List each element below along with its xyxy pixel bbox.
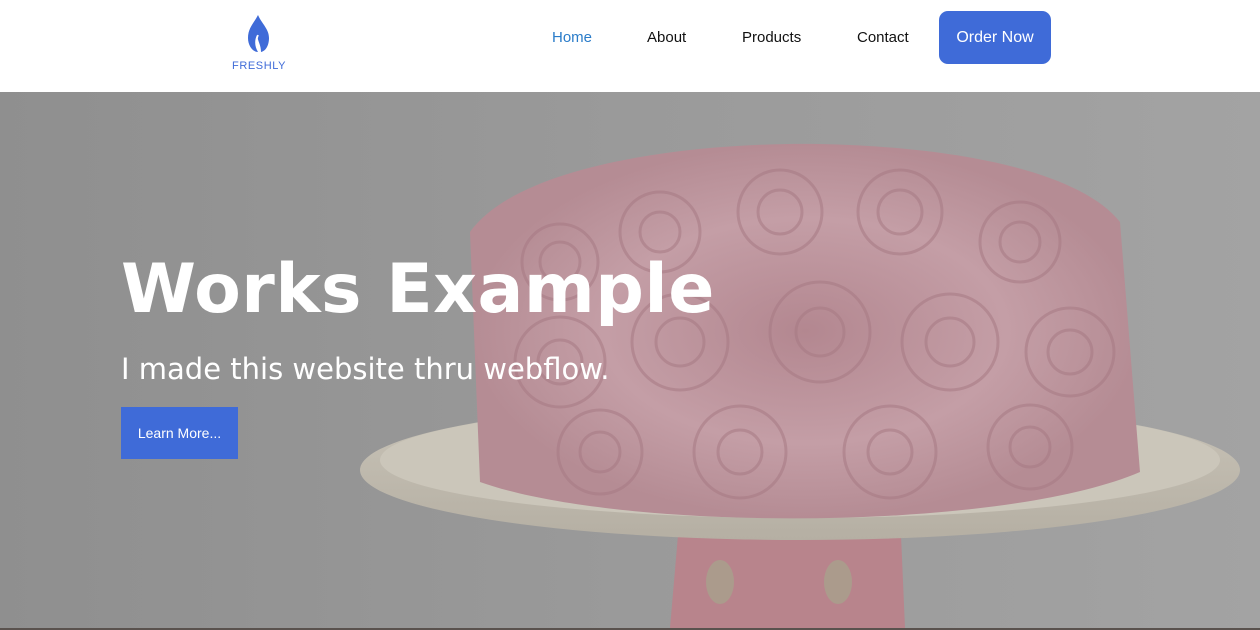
nav-products-link[interactable]: Products xyxy=(742,28,801,48)
hero-subtitle: I made this website thru webflow. xyxy=(121,352,610,386)
nav-about-link[interactable]: About xyxy=(647,28,686,48)
hero-title: Works Example xyxy=(121,250,715,329)
hero-section: Works Example I made this website thru w… xyxy=(0,92,1260,628)
site-header: FRESHLY Home About Products Contact Orde… xyxy=(0,0,1260,92)
flame-icon xyxy=(248,15,269,52)
brand-name: FRESHLY xyxy=(232,60,287,72)
nav-home-link[interactable]: Home xyxy=(552,28,592,48)
order-now-button[interactable]: Order Now xyxy=(939,11,1051,64)
brand-logo[interactable]: FRESHLY xyxy=(232,14,287,74)
nav-contact-link[interactable]: Contact xyxy=(857,28,909,48)
learn-more-button[interactable]: Learn More... xyxy=(121,407,238,459)
